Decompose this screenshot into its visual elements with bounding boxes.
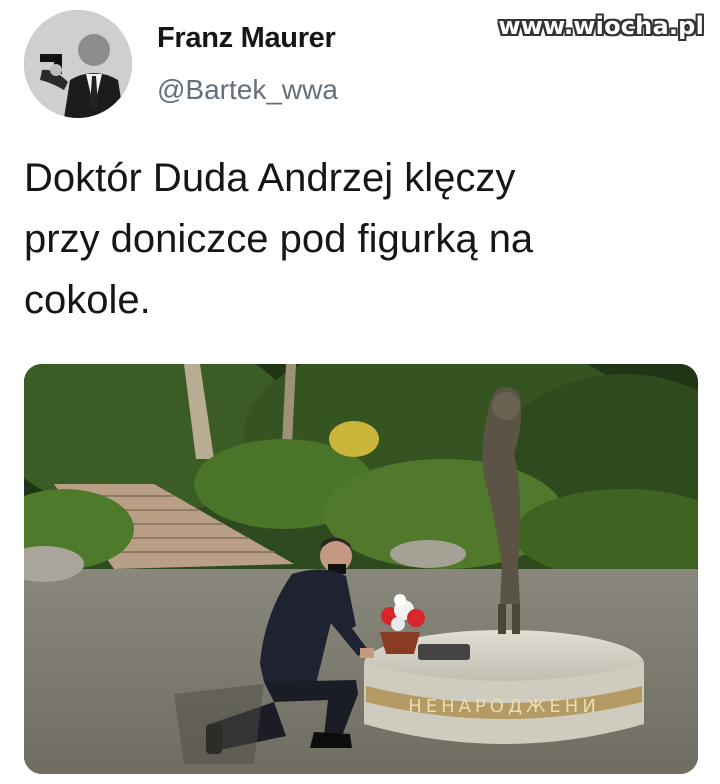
author-display-name[interactable]: Franz Maurer — [157, 22, 336, 55]
avatar[interactable] — [24, 10, 132, 118]
tweet-photo[interactable]: НЕНАРОДЖЕНИ — [24, 364, 698, 774]
profile-photo-icon — [24, 10, 132, 118]
tweet-text: Doktór Duda Andrzej klęczy przy doniczce… — [24, 156, 534, 322]
watermark: www.wiocha.pl — [498, 12, 704, 40]
pedestal-inscription: НЕНАРОДЖЕНИ — [408, 696, 600, 717]
author-handle[interactable]: @Bartek_wwa — [157, 74, 338, 106]
memorial-photo-image: НЕНАРОДЖЕНИ — [24, 364, 698, 774]
